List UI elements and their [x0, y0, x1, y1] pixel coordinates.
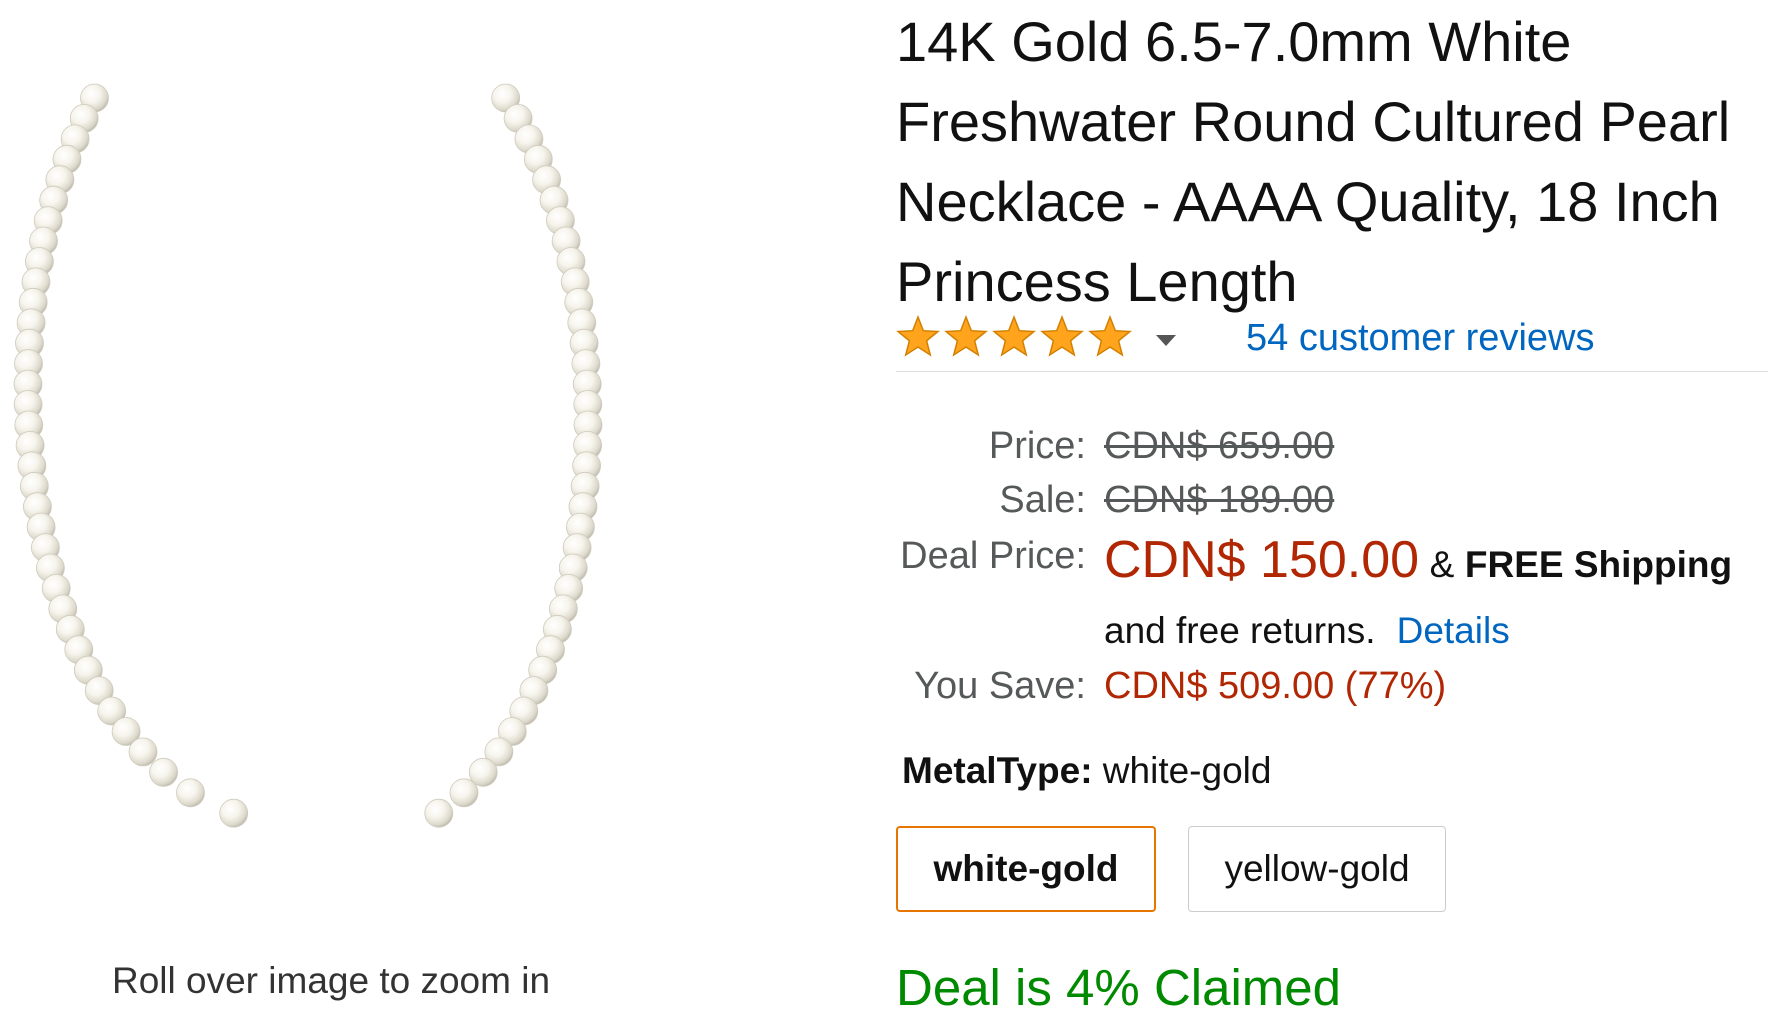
- star-rating[interactable]: [896, 315, 1136, 365]
- details-link[interactable]: Details: [1397, 610, 1510, 651]
- sale-price: CDN$ 189.00: [1104, 479, 1335, 521]
- sale-label: Sale:: [999, 479, 1086, 521]
- metal-type-selected: white-gold: [1102, 750, 1272, 791]
- deal-price: CDN$ 150.00: [1104, 531, 1420, 589]
- price-label: Price:: [988, 425, 1086, 467]
- deal-price-label: Deal Price:: [900, 535, 1086, 577]
- ampersand: &: [1429, 544, 1455, 585]
- pearl-necklace-image[interactable]: [0, 60, 760, 940]
- you-save-value: CDN$ 509.00 (77%): [1104, 665, 1447, 707]
- free-returns-text: and free returns.: [1104, 610, 1376, 651]
- metal-type-label: MetalType:: [902, 750, 1093, 791]
- free-shipping: FREE Shipping: [1464, 544, 1733, 585]
- product-image-panel: Roll over image to zoom in: [0, 0, 760, 1022]
- list-price: CDN$ 659.00: [1104, 425, 1335, 467]
- customer-reviews-link[interactable]: 54 customer reviews: [1246, 317, 1594, 360]
- swatch-white-gold[interactable]: white-gold: [896, 826, 1156, 912]
- star-icon: [896, 315, 940, 357]
- star-icon: [1040, 315, 1084, 357]
- product-title: 14K Gold 6.5-7.0mm White Freshwater Roun…: [896, 10, 1731, 313]
- star-icon: [1088, 315, 1132, 357]
- star-icon: [992, 315, 1036, 357]
- swatch-yellow-gold[interactable]: yellow-gold: [1188, 826, 1446, 912]
- deal-claimed-status: Deal is 4% Claimed: [896, 959, 1342, 1016]
- you-save-label: You Save:: [914, 665, 1086, 707]
- returns-line: and free returns. Details: [1104, 610, 1510, 653]
- deal-price-line: CDN$ 150.00 & FREE Shipping: [1104, 530, 1732, 590]
- divider: [896, 371, 1768, 372]
- chevron-down-icon[interactable]: [1156, 335, 1176, 346]
- zoom-hint: Roll over image to zoom in: [112, 960, 551, 1001]
- star-icon: [944, 315, 988, 357]
- metal-type-line: MetalType: white-gold: [902, 750, 1271, 792]
- rating-row: 54 customer reviews: [896, 315, 1768, 375]
